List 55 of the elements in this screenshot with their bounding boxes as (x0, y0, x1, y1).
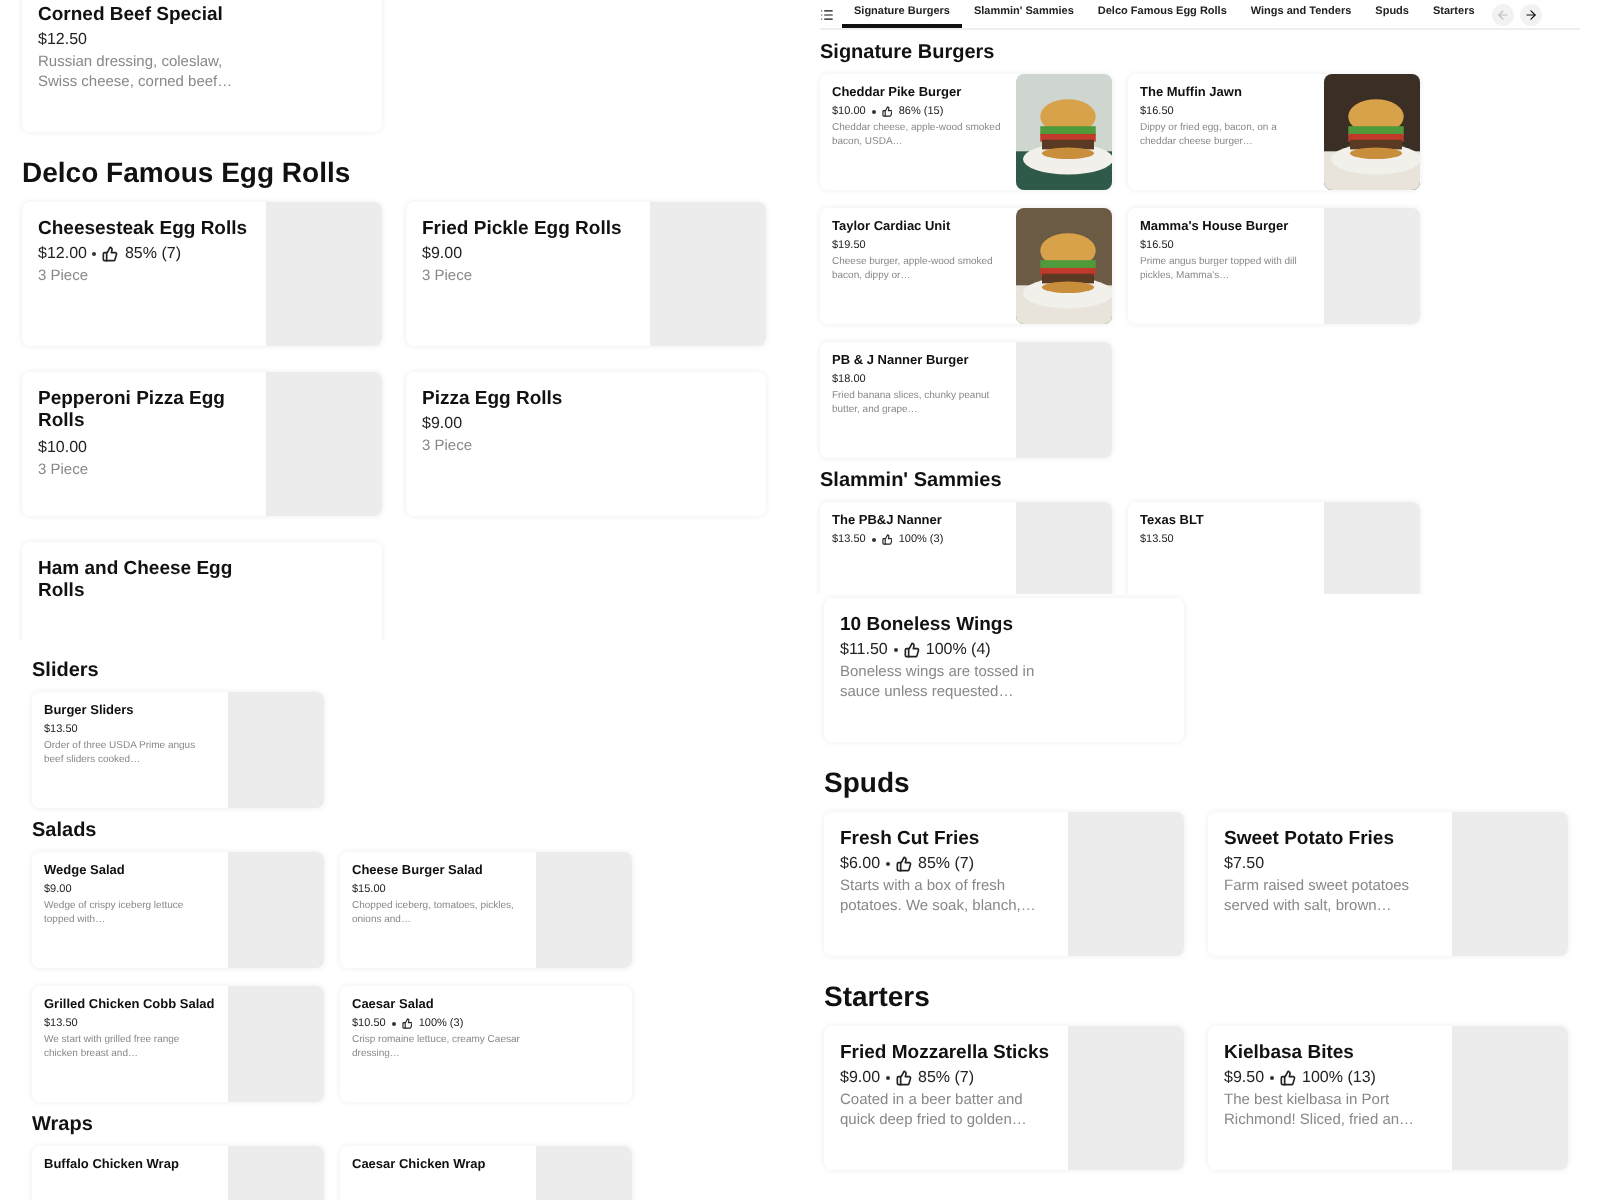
item-rating: 100% (13) (1302, 1068, 1376, 1087)
separator-dot (886, 861, 891, 866)
separator-dot (871, 537, 876, 542)
arrow-right-icon (1524, 7, 1539, 21)
separator-dot (886, 1075, 891, 1080)
item-name: Fried Pickle Egg Rolls (422, 218, 624, 241)
thumbs-up-icon (881, 534, 893, 546)
item-name: Kielbasa Bites (1224, 1042, 1356, 1065)
separator-dot (871, 109, 876, 114)
item-name: Ham and Cheese Egg Rolls (38, 558, 235, 604)
item-price: $11.50 (840, 640, 888, 659)
section-heading: Slammin' Sammies (820, 470, 1002, 492)
item-price: $9.50 (1224, 1068, 1265, 1087)
section-heading: Salads (32, 820, 97, 842)
item-price: $9.00 (422, 244, 463, 263)
thumbs-up-icon (401, 1018, 413, 1030)
thumbs-up-icon (102, 245, 119, 262)
separator-dot (92, 251, 97, 256)
item-name: Fried Mozzarella Sticks (840, 1042, 1052, 1065)
arrow-left-icon (1496, 7, 1511, 21)
item-name: Fresh Cut Fries (840, 828, 982, 851)
section-heading: Sliders (32, 660, 99, 682)
item-rating: 85% (7) (918, 854, 975, 873)
item-rating: 85% (7) (918, 1068, 975, 1087)
section-heading: Spuds (824, 766, 910, 798)
item-price: $10.00 (38, 437, 87, 456)
thumbs-up-icon (896, 855, 913, 872)
menu-item-card[interactable]: Ham and Cheese Egg Rolls (22, 542, 382, 640)
section-heading: Delco Famous Egg Rolls (22, 156, 351, 188)
thumbs-up-icon (1280, 1069, 1297, 1086)
section-heading: Starters (824, 980, 930, 1012)
item-name: Sweet Potato Fries (1224, 828, 1396, 851)
thumbs-up-icon (881, 106, 893, 118)
item-rating: 85% (7) (124, 244, 181, 263)
section-heading: Wraps (32, 1114, 93, 1136)
thumbs-up-icon (903, 641, 920, 658)
item-price: $9.00 (422, 414, 463, 433)
forward-arrow-button[interactable] (1520, 3, 1543, 25)
item-price: $6.00 (840, 854, 881, 873)
item-name: Cheesesteak Egg Rolls (38, 218, 250, 241)
item-name: Pizza Egg Rolls (422, 388, 565, 411)
separator-dot (391, 1021, 396, 1026)
item-price: $7.50 (1224, 854, 1265, 873)
menu-list-icon[interactable] (820, 7, 834, 21)
thumbs-up-icon (896, 1069, 913, 1086)
item-price: $9.00 (840, 1068, 881, 1087)
separator-dot (893, 647, 898, 652)
item-name: Corned Beef Special (38, 4, 225, 27)
item-price: $12.00 (38, 244, 87, 263)
section-heading: Signature Burgers (820, 42, 995, 64)
item-price: $12.50 (38, 30, 87, 49)
separator-dot (1270, 1075, 1275, 1080)
item-rating: 100% (4) (925, 640, 991, 659)
item-name: Pepperoni Pizza Egg Rolls (38, 388, 227, 434)
item-name: 10 Boneless Wings (840, 614, 1015, 637)
